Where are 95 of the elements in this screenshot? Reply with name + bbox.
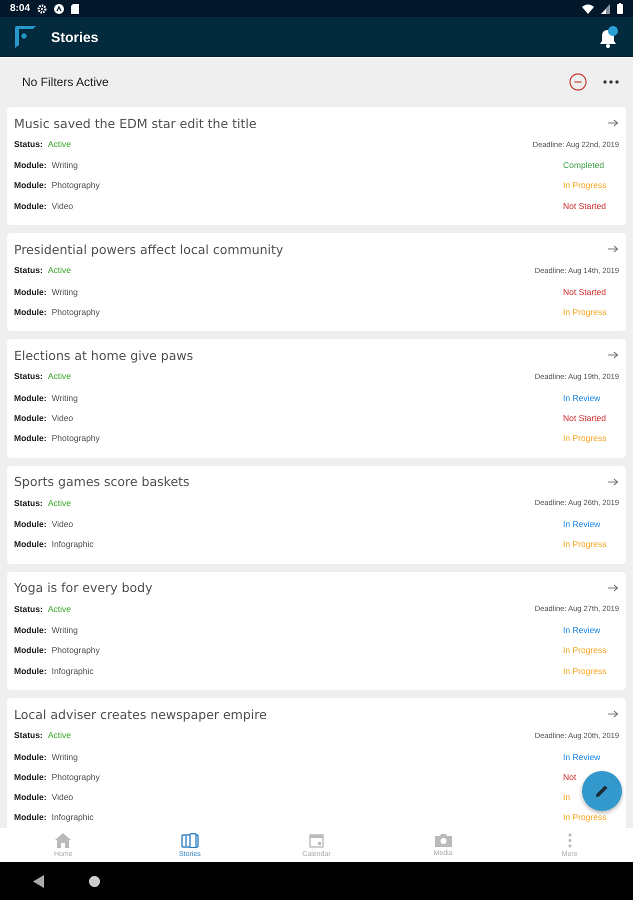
story-title: Local adviser creates newspaper empire [14, 706, 267, 722]
module-status: Completed [563, 160, 604, 170]
status-label: Status: [14, 498, 43, 508]
module-name: Infographic [52, 539, 94, 550]
gear-icon [37, 4, 48, 14]
back-icon[interactable] [33, 874, 44, 888]
clock-time: 8:04 [10, 3, 30, 14]
notifications-button[interactable] [597, 25, 619, 49]
status-label: Status: [14, 604, 43, 614]
module-name: Infographic [52, 812, 94, 822]
arrow-right-icon [608, 245, 619, 254]
module-status: In Progress [563, 666, 606, 676]
module-label: Module: [14, 412, 47, 423]
module-name: Writing [52, 625, 78, 636]
module-status: In Progress [563, 433, 606, 444]
module-label: Module: [14, 812, 47, 822]
home-circle-icon[interactable] [89, 876, 100, 886]
battery-icon [617, 3, 623, 14]
status-label: Status: [14, 265, 43, 276]
module-name: Photography [52, 772, 100, 782]
arrow-right-icon [608, 119, 619, 127]
module-label: Module: [14, 625, 47, 636]
module-name: Photography [52, 180, 100, 190]
sd-card-icon [71, 4, 80, 14]
status-label: Status: [14, 371, 43, 382]
status-value: Active [48, 371, 71, 382]
module-label: Module: [14, 286, 47, 297]
story-title: Presidential powers affect local community [14, 242, 284, 257]
module-status: In Progress [563, 812, 606, 822]
module-status: In Review [563, 519, 600, 530]
screen-title: Stories [51, 29, 98, 45]
status-value: Active [48, 139, 71, 149]
module-status: In Review [563, 392, 600, 403]
story-title: Sports games score baskets [14, 474, 190, 490]
story-title: Music saved the EDM star edit the title [14, 116, 257, 130]
module-name: Writing [52, 160, 78, 170]
module-status: In Progress [563, 645, 606, 656]
arrow-right-icon [608, 710, 619, 718]
story-title: Yoga is for every body [14, 580, 153, 596]
module-status: In Review [563, 752, 600, 762]
arrow-right-icon [608, 584, 619, 592]
module-status: Not [563, 772, 576, 782]
module-name: Photography [52, 306, 100, 317]
module-status: Not Started [563, 412, 606, 423]
module-label: Module: [14, 200, 47, 211]
module-label: Module: [14, 392, 47, 403]
module-name: Video [52, 792, 74, 802]
arrow-right-icon [608, 478, 619, 486]
status-value: Active [48, 604, 71, 614]
module-label: Module: [14, 306, 47, 317]
module-label: Module: [14, 519, 47, 530]
module-label: Module: [14, 645, 47, 656]
module-name: Writing [52, 752, 78, 762]
pencil-icon [595, 784, 609, 798]
module-status: In [563, 792, 570, 802]
calendar-icon [308, 832, 324, 848]
module-status: In Progress [563, 180, 606, 190]
module-name: Video [52, 200, 74, 211]
module-status: In Review [563, 625, 600, 636]
book-icon [180, 832, 199, 848]
module-label: Module: [14, 180, 47, 190]
status-value: Active [48, 498, 71, 508]
module-label: Module: [14, 666, 47, 676]
module-name: Photography [52, 433, 100, 444]
module-label: Module: [14, 772, 47, 782]
status-label: Status: [14, 139, 43, 149]
story-title: Elections at home give paws [14, 348, 194, 363]
arrow-right-icon [608, 351, 619, 360]
module-label: Module: [14, 752, 47, 762]
module-name: Infographic [52, 666, 94, 676]
logo-icon [12, 24, 38, 50]
status-label: Status: [14, 730, 43, 740]
status-value: Active [48, 730, 71, 740]
module-name: Writing [52, 286, 78, 297]
module-label: Module: [14, 539, 47, 550]
home-icon [55, 832, 72, 848]
module-label: Module: [14, 433, 47, 444]
camera-icon [434, 833, 452, 847]
status-value: Active [48, 265, 71, 276]
module-name: Video [52, 519, 74, 530]
more-icon [568, 832, 572, 848]
module-label: Module: [14, 792, 47, 802]
module-status: In Progress [563, 306, 606, 317]
module-name: Writing [52, 392, 78, 403]
module-status: Not Started [563, 200, 606, 211]
filter-status: No Filters Active [22, 75, 109, 89]
wifi-icon [582, 4, 594, 14]
module-label: Module: [14, 160, 47, 170]
module-status: Not Started [563, 286, 606, 297]
module-status: In Progress [563, 539, 606, 550]
clear-filters-button[interactable] [567, 71, 589, 93]
module-name: Photography [52, 645, 100, 656]
signal-icon [601, 4, 610, 14]
circle-icon [54, 4, 64, 14]
module-name: Video [52, 412, 74, 423]
